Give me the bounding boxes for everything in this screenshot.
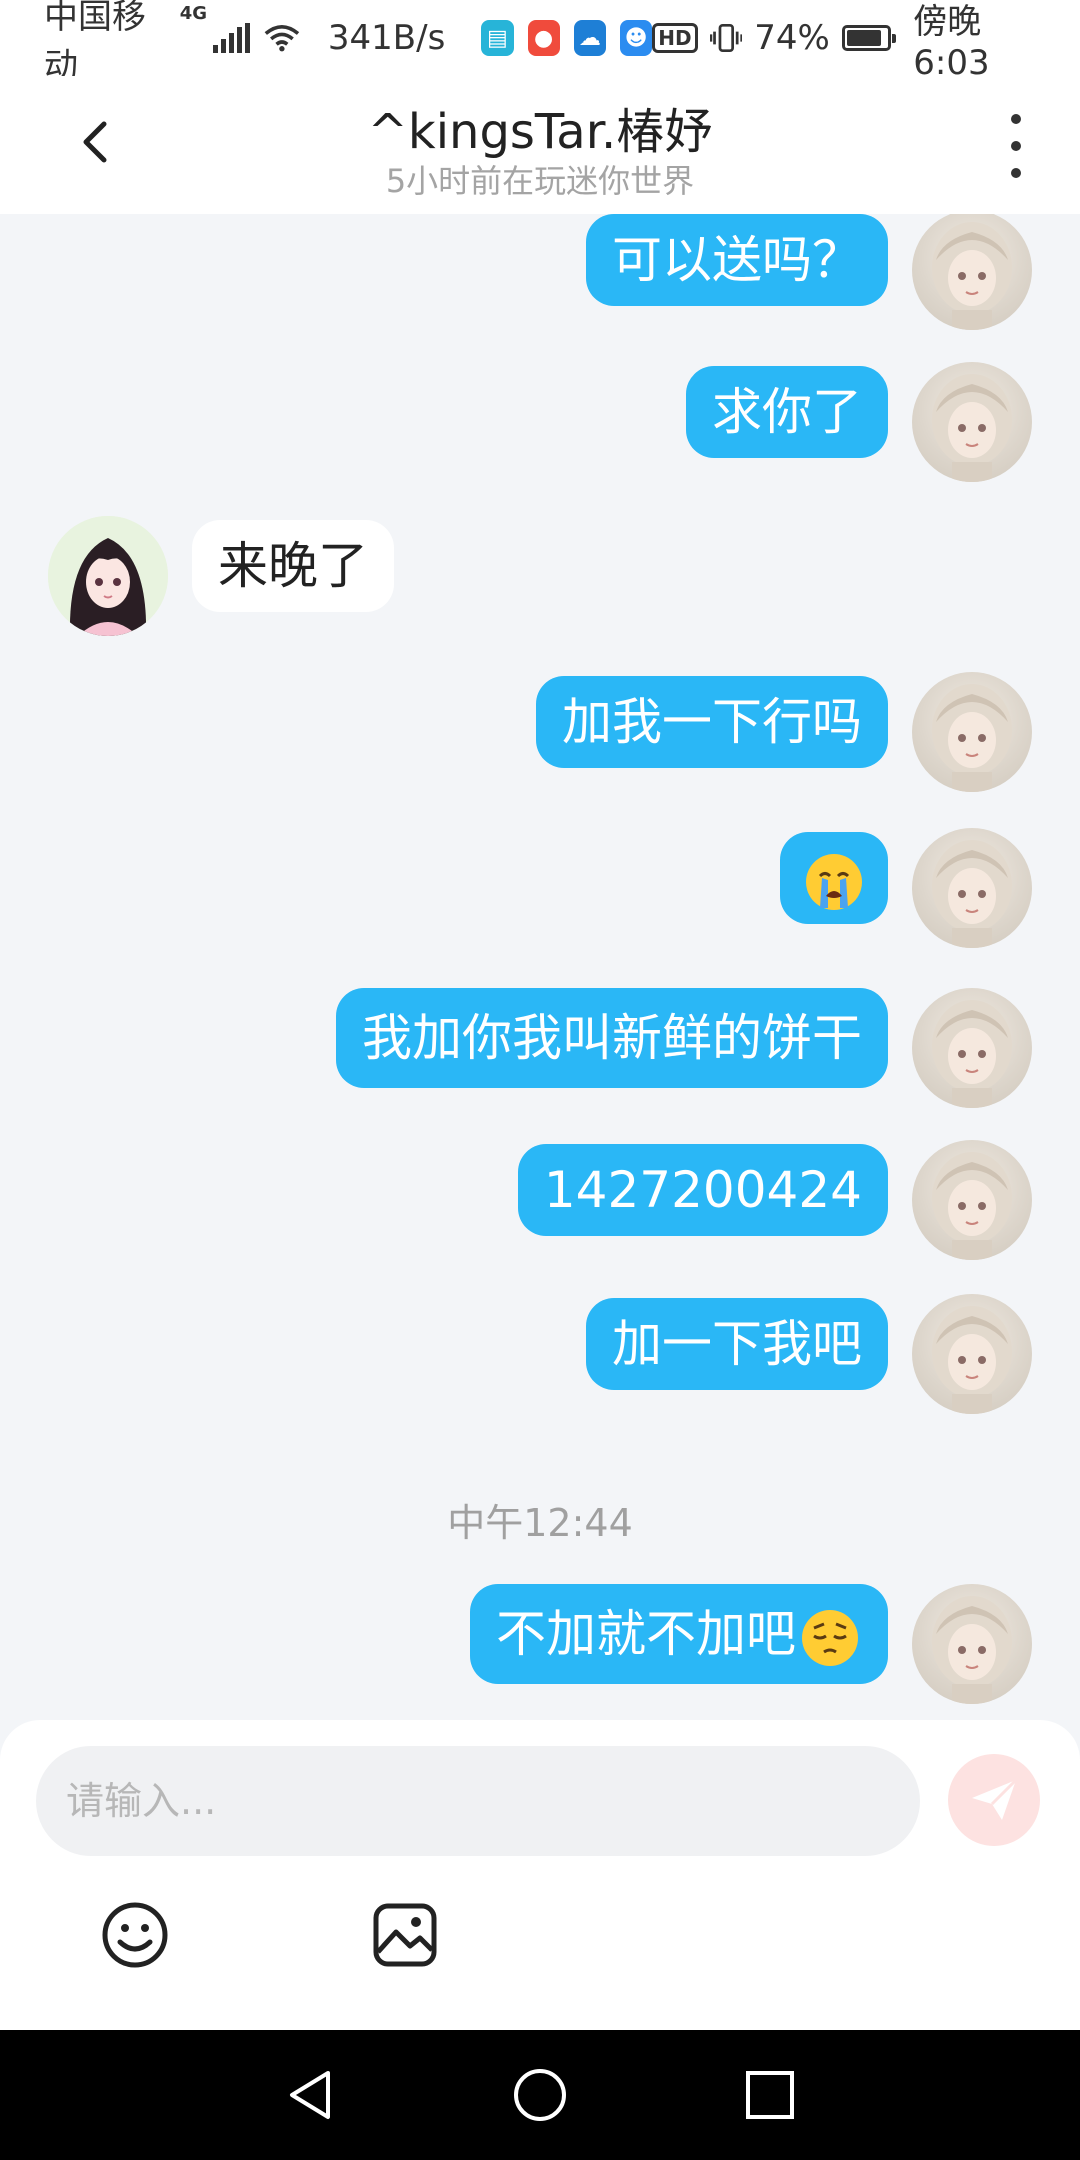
status-bar: 中国移动 4G 341B/s ▤ ● ☁ ☻ HD 74% 傍晚6:03 [0, 0, 1080, 86]
battery-percent: 74% [754, 18, 830, 58]
battery-icon [841, 25, 897, 51]
network-speed: 341B/s [327, 18, 446, 58]
contact-avatar[interactable] [48, 516, 168, 636]
my-avatar[interactable] [912, 1294, 1032, 1414]
outgoing-message-bubble[interactable]: 可以送吗？ [586, 214, 888, 306]
message-timestamp: 中午12:44 [447, 1501, 633, 1545]
carrier-label: 中国移动 [44, 0, 146, 86]
contact-status: 5小时前在玩迷你世界 [385, 162, 695, 200]
outgoing-message-bubble[interactable]: 1427200424 [517, 1144, 888, 1236]
video-app-icon: ● [527, 20, 560, 56]
reader-app-icon: ▤ [481, 20, 514, 56]
outgoing-message-bubble[interactable]: 加我一下行吗 [536, 676, 888, 768]
assistant-app-icon: ☻ [620, 20, 653, 56]
contact-name: ^kingsTar.椿妤 [367, 104, 713, 160]
send-button[interactable] [948, 1754, 1040, 1846]
nav-recents-icon[interactable] [740, 2065, 800, 2125]
outgoing-message-bubble[interactable] [780, 832, 888, 924]
message-text: 不加就不加吧 [496, 1605, 796, 1663]
message-composer [0, 1720, 1080, 2030]
chat-header: ^kingsTar.椿妤 5小时前在玩迷你世界 [0, 76, 1080, 214]
my-avatar[interactable] [912, 672, 1032, 792]
hd-badge: HD [652, 23, 698, 53]
message-input[interactable] [36, 1746, 920, 1856]
emoji-icon[interactable] [100, 1900, 170, 1970]
my-avatar[interactable] [912, 214, 1032, 330]
clock: 傍晚6:03 [913, 1, 990, 83]
system-navigation-bar [0, 2030, 1080, 2160]
outgoing-message-bubble[interactable]: 我加你我叫新鲜的饼干 [336, 988, 888, 1088]
my-avatar[interactable] [912, 362, 1032, 482]
wifi-icon [264, 25, 300, 52]
network-type: 4G [179, 3, 208, 24]
outgoing-message-bubble[interactable]: 加一下我吧 [586, 1298, 888, 1390]
my-avatar[interactable] [912, 1140, 1032, 1260]
nav-back-icon[interactable] [280, 2065, 340, 2125]
more-vertical-icon[interactable] [1002, 114, 1030, 178]
message-list[interactable]: 可以送吗？ 求你了 来晚了 加我一下行吗 我加你我叫新鲜的饼干 14272004… [0, 214, 1080, 1720]
nav-home-icon[interactable] [510, 2065, 570, 2125]
my-avatar[interactable] [912, 988, 1032, 1108]
vibrate-icon [709, 23, 743, 53]
pensive-face-icon [802, 1609, 858, 1666]
outgoing-message-bubble[interactable]: 不加就不加吧 [470, 1584, 888, 1684]
send-icon [972, 1778, 1018, 1820]
crying-face-icon [806, 853, 862, 910]
outgoing-message-bubble[interactable]: 求你了 [686, 366, 888, 458]
image-icon[interactable] [370, 1900, 440, 1970]
signal-icon [213, 23, 251, 53]
weather-app-icon: ☁ [573, 20, 606, 56]
my-avatar[interactable] [912, 1584, 1032, 1704]
incoming-message-bubble[interactable]: 来晚了 [192, 520, 394, 612]
my-avatar[interactable] [912, 828, 1032, 948]
